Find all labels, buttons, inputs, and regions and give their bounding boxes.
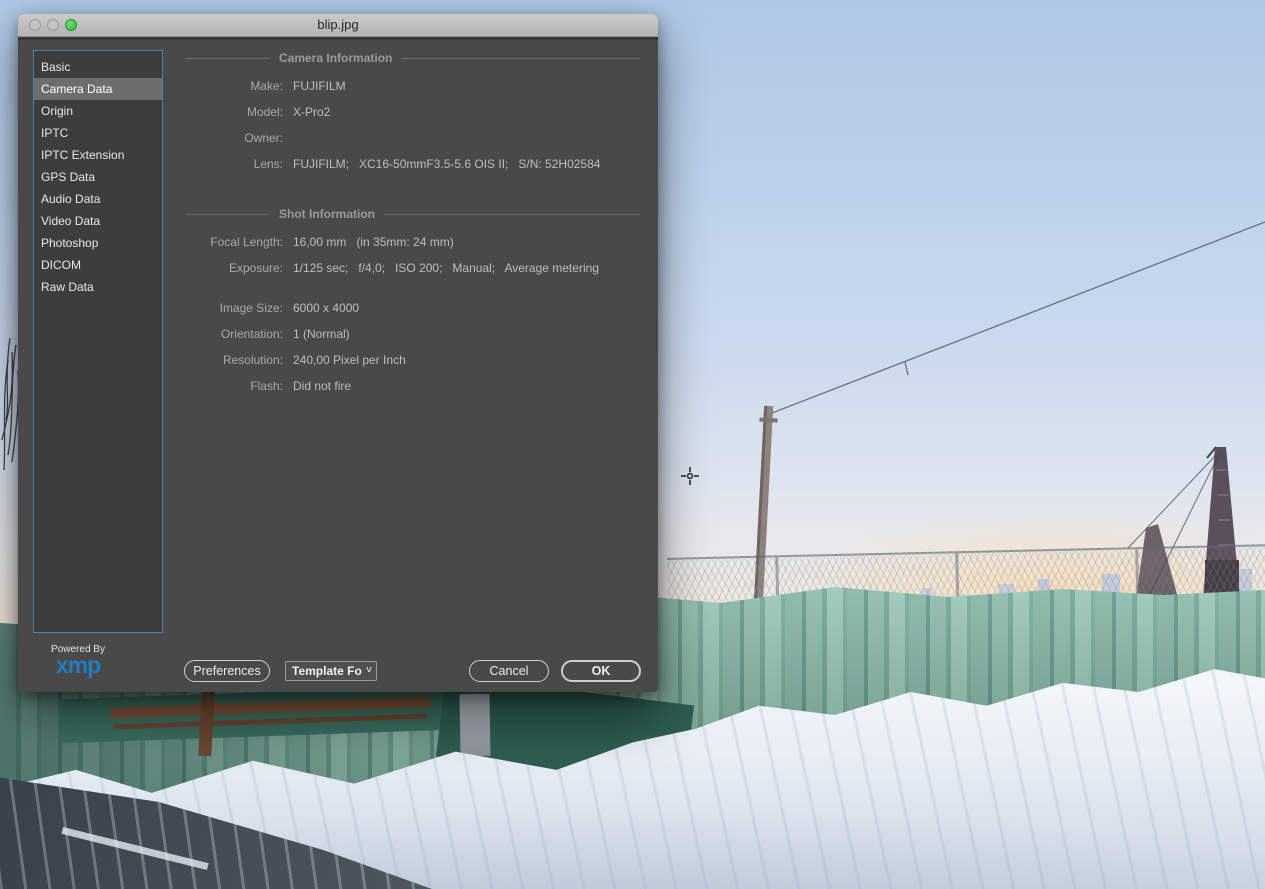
metadata-row: Focal Length: 16,00 mm (in 35mm: 24 mm) bbox=[168, 229, 640, 255]
metadata-row: Model: X-Pro2 bbox=[168, 99, 640, 125]
cancel-button[interactable]: Cancel bbox=[469, 660, 549, 682]
metadata-row: Lens: FUJIFILM; XC16-50mmF3.5-5.6 OIS II… bbox=[168, 151, 640, 177]
ok-button[interactable]: OK bbox=[561, 660, 641, 682]
field-label: Model: bbox=[168, 105, 293, 119]
sidebar-item-gps-data[interactable]: GPS Data bbox=[34, 166, 162, 188]
field-label: Flash: bbox=[168, 379, 293, 393]
metadata-row: Orientation: 1 (Normal) bbox=[168, 321, 640, 347]
field-label: Focal Length: bbox=[168, 235, 293, 249]
field-value: 16,00 mm (in 35mm: 24 mm) bbox=[293, 235, 454, 249]
traffic-light-minimize-icon[interactable] bbox=[47, 19, 59, 31]
sidebar-item-dicom[interactable]: DICOM bbox=[34, 254, 162, 276]
field-value: FUJIFILM bbox=[293, 79, 346, 93]
field-value: Did not fire bbox=[293, 379, 351, 393]
xmp-logo: Powered By xmp bbox=[38, 644, 118, 675]
field-label: Image Size: bbox=[168, 301, 293, 315]
chevron-down-icon: ˅ bbox=[366, 662, 376, 680]
divider bbox=[384, 214, 640, 215]
divider bbox=[185, 214, 270, 215]
traffic-light-zoom-icon[interactable] bbox=[65, 19, 77, 31]
field-value: 240,00 Pixel per Inch bbox=[293, 353, 406, 367]
titlebar-shadow bbox=[18, 37, 658, 40]
xmp-logo-text: xmp bbox=[38, 655, 118, 675]
sidebar-item-photoshop[interactable]: Photoshop bbox=[34, 232, 162, 254]
metadata-row: Flash: Did not fire bbox=[168, 373, 640, 399]
sidebar-item-origin[interactable]: Origin bbox=[34, 100, 162, 122]
sidebar-item-video-data[interactable]: Video Data bbox=[34, 210, 162, 232]
metadata-row: Owner: bbox=[168, 125, 640, 151]
dialog-titlebar: blip.jpg bbox=[18, 14, 658, 37]
field-label: Orientation: bbox=[168, 327, 293, 341]
wood-beam bbox=[198, 690, 214, 757]
metadata-row: Exposure: 1/125 sec; f/4,0; ISO 200; Man… bbox=[168, 255, 640, 281]
metadata-category-list: Basic Camera Data Origin IPTC IPTC Exten… bbox=[33, 50, 163, 633]
tree-branches bbox=[2, 338, 19, 470]
section-header: Camera Information bbox=[168, 50, 640, 66]
field-value: 1/125 sec; f/4,0; ISO 200; Manual; Avera… bbox=[293, 261, 599, 275]
section-header: Shot Information bbox=[168, 206, 640, 222]
sidebar-item-iptc[interactable]: IPTC bbox=[34, 122, 162, 144]
section-title: Camera Information bbox=[279, 51, 392, 65]
crosshair-cursor-icon bbox=[681, 467, 699, 485]
sidebar-item-iptc-extension[interactable]: IPTC Extension bbox=[34, 144, 162, 166]
field-value: X-Pro2 bbox=[293, 105, 330, 119]
field-label: Make: bbox=[168, 79, 293, 93]
traffic-light-close-icon[interactable] bbox=[29, 19, 41, 31]
screen: blip.jpg Basic Camera Data Origin IPTC I… bbox=[0, 0, 1265, 889]
file-info-dialog: blip.jpg Basic Camera Data Origin IPTC I… bbox=[18, 14, 658, 692]
sidebar-item-audio-data[interactable]: Audio Data bbox=[34, 188, 162, 210]
sidebar-item-camera-data[interactable]: Camera Data bbox=[34, 78, 162, 100]
field-label: Lens: bbox=[168, 157, 293, 171]
traffic-lights bbox=[29, 19, 77, 31]
concrete-post bbox=[459, 694, 490, 757]
sidebar-item-basic[interactable]: Basic bbox=[34, 56, 162, 78]
dialog-title: blip.jpg bbox=[18, 14, 658, 36]
field-label: Exposure: bbox=[168, 261, 293, 275]
camera-information-panel: Camera Information Make: FUJIFILM Model:… bbox=[168, 50, 640, 177]
template-dropdown-label: Template Fo bbox=[292, 662, 366, 680]
template-dropdown[interactable]: Template Fo ˅ bbox=[285, 661, 377, 681]
section-title: Shot Information bbox=[279, 207, 375, 221]
field-label: Owner: bbox=[168, 131, 293, 145]
field-label: Resolution: bbox=[168, 353, 293, 367]
divider bbox=[185, 58, 270, 59]
metadata-row: Resolution: 240,00 Pixel per Inch bbox=[168, 347, 640, 373]
field-value: FUJIFILM; XC16-50mmF3.5-5.6 OIS II; S/N:… bbox=[293, 157, 600, 171]
divider bbox=[401, 58, 640, 59]
field-value: 1 (Normal) bbox=[293, 327, 350, 341]
shot-information-panel: Shot Information Focal Length: 16,00 mm … bbox=[168, 206, 640, 399]
metadata-row: Image Size: 6000 x 4000 bbox=[168, 295, 640, 321]
sidebar-item-raw-data[interactable]: Raw Data bbox=[34, 276, 162, 298]
field-value: 6000 x 4000 bbox=[293, 301, 359, 315]
metadata-row: Make: FUJIFILM bbox=[168, 73, 640, 99]
preferences-button[interactable]: Preferences bbox=[184, 660, 270, 682]
power-wire bbox=[772, 222, 1265, 413]
